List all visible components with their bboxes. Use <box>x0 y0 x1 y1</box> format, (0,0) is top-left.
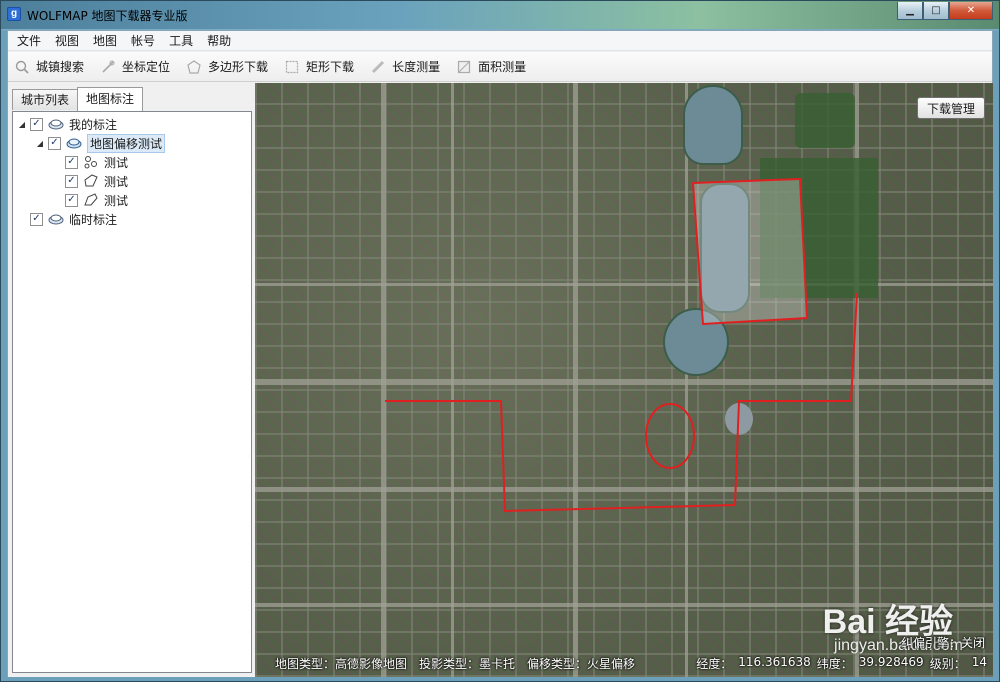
projection-type-text: 投影类型：墨卡托 <box>419 657 516 671</box>
tree-item-test-polygon[interactable]: ✓ 测试 <box>65 191 128 209</box>
tree-item-test-polygon[interactable]: ✓ 测试 <box>65 172 128 190</box>
latitude-label: 纬度： <box>816 657 853 671</box>
rectangle-download-button[interactable]: 矩形下载 <box>282 55 356 79</box>
left-panel: 城市列表 地图标注 ◢ ✓ 我的标注 ◢ ✓ 地图偏移测试 ✓ 测试 ✓ 测试 … <box>8 83 255 677</box>
tree-item-label: 我的标注 <box>69 117 118 132</box>
length-measure-button[interactable]: 长度测量 <box>368 55 442 79</box>
tab-map-annotations[interactable]: 地图标注 <box>77 87 144 111</box>
layer-icon <box>48 117 64 131</box>
tree-checkbox[interactable]: ✓ <box>30 117 43 131</box>
tree-item-temp-annotations[interactable]: ✓ 临时标注 <box>30 210 117 228</box>
tree-item-label: 地图偏移测试 <box>87 133 166 153</box>
map-view[interactable]: 下载管理 Bai 经验 jingyan.baidu.com 纠偏引擎：关闭 地图… <box>255 83 993 677</box>
tree-item-label: 测试 <box>104 193 129 208</box>
menu-file[interactable]: 文件 <box>10 31 48 51</box>
expand-arrow-icon[interactable]: ◢ <box>17 120 27 129</box>
area-measure-button[interactable]: 面积测量 <box>454 55 528 79</box>
polygon-icon <box>83 174 99 188</box>
menu-help[interactable]: 帮助 <box>200 31 238 51</box>
coordinate-readout: 经度： 116.361638 纬度： 39.928469 级别： 14 <box>690 655 987 672</box>
app-window: g WOLFMAP 地图下载器专业版 ▁ □ ✕ 文件 视图 地图 帐号 工具 … <box>0 0 1000 682</box>
toolbar: 城镇搜索 坐标定位 多边形下载 矩形下载 长度测量 面积测量 <box>8 52 992 82</box>
offset-polygon[interactable] <box>385 292 858 513</box>
tree-item-offset-test[interactable]: ◢ ✓ 地图偏移测试 <box>35 133 166 153</box>
toolbar-label: 矩形下载 <box>306 60 355 74</box>
window-controls: ▁ □ ✕ <box>897 2 993 20</box>
tree-checkbox[interactable]: ✓ <box>65 174 78 188</box>
tree-item-label: 临时标注 <box>69 212 118 227</box>
close-button[interactable]: ✕ <box>949 2 993 20</box>
tree-checkbox[interactable]: ✓ <box>65 155 78 169</box>
layer-icon <box>66 136 82 150</box>
map-type-text: 地图类型：高德影像地图 <box>275 657 408 671</box>
toolbar-label: 坐标定位 <box>122 60 171 74</box>
polygon-icon <box>83 193 99 207</box>
menu-bar: 文件 视图 地图 帐号 工具 帮助 <box>8 31 992 51</box>
layer-icon <box>48 212 64 226</box>
offset-rectangle[interactable] <box>691 177 809 326</box>
expand-arrow-icon[interactable]: ◢ <box>35 139 45 148</box>
toolbar-label: 长度测量 <box>392 60 441 74</box>
coordinate-locate-button[interactable]: 坐标定位 <box>98 55 172 79</box>
map-status-line: 地图类型：高德影像地图 投影类型：墨卡托 偏移类型：火星偏移 经度： 116.3… <box>255 655 993 673</box>
tree-checkbox[interactable]: ✓ <box>48 136 61 150</box>
annotation-tree: ◢ ✓ 我的标注 ◢ ✓ 地图偏移测试 ✓ 测试 ✓ 测试 ✓ 测试 ✓ 临时标… <box>12 111 252 673</box>
ruler-icon <box>370 59 386 75</box>
polygon-icon <box>186 59 202 75</box>
pin-icon <box>100 59 116 75</box>
title-bar[interactable]: g WOLFMAP 地图下载器专业版 ▁ □ ✕ <box>1 1 999 29</box>
annotation-overlay <box>385 177 858 513</box>
minimize-icon: ▁ <box>906 5 914 16</box>
tree-item-label: 测试 <box>104 174 129 189</box>
polygon-download-button[interactable]: 多边形下载 <box>184 55 270 79</box>
app-icon: g <box>7 7 21 21</box>
window-title: WOLFMAP 地图下载器专业版 <box>27 9 188 23</box>
rectify-engine-status: 纠偏引擎：关闭 <box>900 636 985 650</box>
tree-checkbox[interactable]: ✓ <box>65 193 78 207</box>
tree-item-my-annotations[interactable]: ◢ ✓ 我的标注 <box>17 115 117 133</box>
points-icon <box>83 155 99 169</box>
close-icon: ✕ <box>966 5 976 16</box>
map-info: 地图类型：高德影像地图 投影类型：墨卡托 偏移类型：火星偏移 <box>275 655 647 672</box>
client-area: 文件 视图 地图 帐号 工具 帮助 城镇搜索 坐标定位 多边形下载 矩形下载 长… <box>7 30 993 677</box>
longitude-label: 经度： <box>696 657 733 671</box>
offset-type-text: 偏移类型：火星偏移 <box>527 657 636 671</box>
toolbar-label: 面积测量 <box>478 60 527 74</box>
minimize-button[interactable]: ▁ <box>897 2 923 20</box>
toolbar-label: 城镇搜索 <box>36 60 85 74</box>
search-icon <box>14 59 30 75</box>
tree-item-label: 测试 <box>104 155 129 170</box>
toolbar-label: 多边形下载 <box>208 60 269 74</box>
download-manager-button[interactable]: 下载管理 <box>917 97 985 119</box>
tree-checkbox[interactable]: ✓ <box>30 212 43 226</box>
latitude-value: 39.928469 <box>858 655 924 669</box>
panel-tabs: 城市列表 地图标注 <box>12 87 144 111</box>
rectangle-icon <box>284 59 300 75</box>
tree-item-test-points[interactable]: ✓ 测试 <box>65 153 128 171</box>
town-search-button[interactable]: 城镇搜索 <box>12 55 86 79</box>
zoom-level-value: 14 <box>971 655 987 669</box>
menu-map[interactable]: 地图 <box>86 31 124 51</box>
longitude-value: 116.361638 <box>738 655 811 669</box>
menu-tools[interactable]: 工具 <box>162 31 200 51</box>
zoom-level-label: 级别： <box>929 657 966 671</box>
area-icon <box>456 59 472 75</box>
maximize-button[interactable]: □ <box>923 2 949 20</box>
maximize-icon: □ <box>931 5 941 16</box>
menu-view[interactable]: 视图 <box>48 31 86 51</box>
offset-ellipse[interactable] <box>645 403 695 469</box>
menu-account[interactable]: 帐号 <box>124 31 162 51</box>
tab-city-list[interactable]: 城市列表 <box>12 89 79 110</box>
